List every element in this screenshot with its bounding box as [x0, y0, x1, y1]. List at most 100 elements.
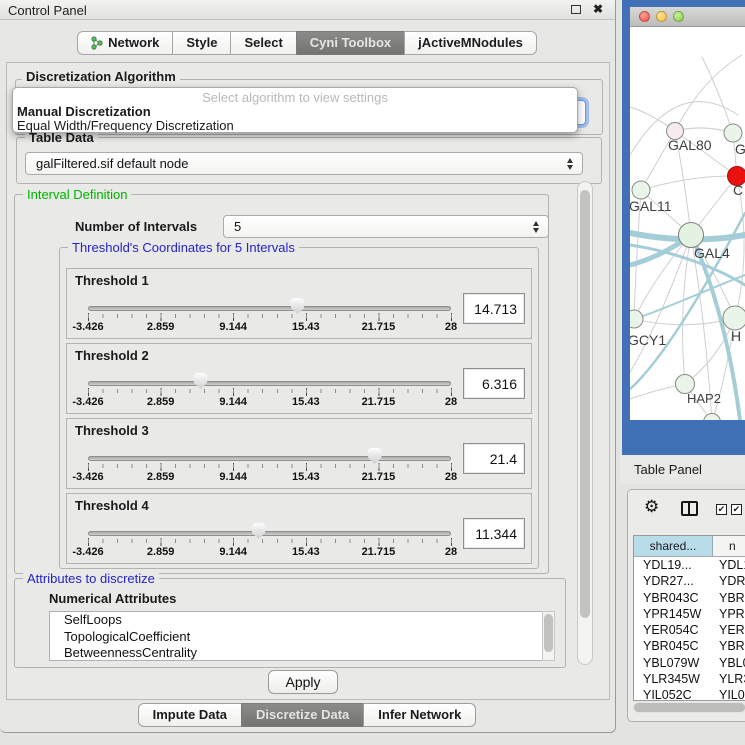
- table-cell[interactable]: YER054C: [634, 622, 713, 638]
- tab-label: Select: [244, 32, 282, 54]
- slider-tick-label: 15.43: [292, 321, 320, 333]
- table-row[interactable]: YBL079WYBL0: [634, 655, 745, 671]
- table-cell[interactable]: YBR0: [713, 638, 745, 654]
- threshold-value-field[interactable]: 6.316: [463, 368, 525, 399]
- table-cell[interactable]: YLR345W: [634, 671, 713, 687]
- tab-impute-data[interactable]: Impute Data: [138, 703, 242, 727]
- threshold-slider-track[interactable]: [88, 456, 451, 461]
- table-cell[interactable]: YER0: [713, 622, 745, 638]
- close-icon[interactable]: ✖: [593, 2, 603, 16]
- slider-tick-label: -3.426: [72, 321, 103, 333]
- threshold-slider-thumb[interactable]: [251, 523, 266, 539]
- table-row[interactable]: YDR27...YDR2: [634, 573, 745, 589]
- network-canvas-svg[interactable]: GAL80GCGAL11GAL4GCY1HHAP2: [630, 27, 745, 420]
- table-cell[interactable]: YBL0: [713, 655, 745, 671]
- list-item[interactable]: TopologicalCoefficient: [50, 629, 554, 646]
- control-panel-titlebar: Control Panel ✖: [0, 0, 615, 20]
- slider-tick-label: 15.43: [292, 546, 320, 558]
- table-header-name[interactable]: n: [713, 536, 745, 556]
- threshold-slider-track[interactable]: [88, 531, 451, 536]
- slider-tick-label: 21.715: [362, 321, 396, 333]
- list-item[interactable]: BetweennessCentrality: [50, 645, 554, 661]
- tab-label: Network: [108, 32, 159, 54]
- tab-style[interactable]: Style: [172, 31, 231, 55]
- table-row[interactable]: YIL052CYIL0: [634, 687, 745, 701]
- network-node[interactable]: [632, 181, 650, 199]
- threshold-slider-thumb[interactable]: [290, 298, 305, 314]
- tab-jactivemnodules[interactable]: jActiveMNodules: [404, 31, 537, 55]
- table-cell[interactable]: YIL052C: [634, 687, 713, 701]
- table-data-value: galFiltered.sif default node: [36, 153, 188, 174]
- table-cell[interactable]: YDL1: [713, 557, 745, 573]
- table-cell[interactable]: YLR3: [713, 671, 745, 687]
- threshold-value-field[interactable]: 14.713: [463, 293, 525, 324]
- network-node[interactable]: [723, 306, 745, 330]
- network-icon: [91, 36, 103, 50]
- node-attribute-table[interactable]: shared... n YDL19...YDL1YDR27...YDR2YBR0…: [633, 535, 745, 701]
- network-node[interactable]: [630, 310, 643, 328]
- split-columns-icon[interactable]: [681, 501, 698, 516]
- close-traffic-light[interactable]: [639, 11, 650, 22]
- table-row[interactable]: YER054CYER0: [634, 622, 745, 638]
- table-cell[interactable]: YDR27...: [634, 573, 713, 589]
- slider-tick-label: 2.859: [147, 546, 175, 558]
- table-row[interactable]: YLR345WYLR3: [634, 671, 745, 687]
- tab-infer-network[interactable]: Infer Network: [363, 703, 476, 727]
- table-row[interactable]: YDL19...YDL1: [634, 557, 745, 573]
- threshold-row-4: Threshold 4 -3.4262.8599.14415.4321.7152…: [66, 493, 532, 564]
- numerical-attributes-list[interactable]: SelfLoops TopologicalCoefficient Between…: [49, 611, 555, 661]
- table-cell[interactable]: YBR0: [713, 590, 745, 606]
- table-cell[interactable]: YPR1: [713, 606, 745, 622]
- checkbox-icon[interactable]: ✔: [731, 504, 742, 515]
- table-cell[interactable]: YDL19...: [634, 557, 713, 573]
- table-header-shared-name[interactable]: shared...: [634, 536, 713, 556]
- threshold-slider-track[interactable]: [88, 381, 451, 386]
- attributes-group: Attributes to discretize Numerical Attri…: [14, 578, 566, 668]
- network-node[interactable]: [724, 124, 742, 142]
- zoom-traffic-light[interactable]: [673, 11, 684, 22]
- checkbox-icon[interactable]: ✔: [716, 504, 727, 515]
- tab-network[interactable]: Network: [77, 31, 173, 55]
- table-cell[interactable]: YBR043C: [634, 590, 713, 606]
- number-of-intervals-spinner[interactable]: 5: [223, 215, 549, 238]
- tab-select[interactable]: Select: [230, 31, 296, 55]
- tab-cyni-toolbox[interactable]: Cyni Toolbox: [296, 31, 405, 55]
- network-node[interactable]: [679, 223, 704, 248]
- gear-icon[interactable]: ⚙: [644, 497, 659, 517]
- network-view-window: GAL80GCGAL11GAL4GCY1HHAP2: [622, 0, 745, 455]
- list-item[interactable]: SelfLoops: [50, 612, 554, 629]
- threshold-slider-thumb[interactable]: [367, 448, 382, 464]
- float-window-icon[interactable]: [571, 5, 581, 14]
- table-data-combobox[interactable]: galFiltered.sif default node: [25, 152, 583, 175]
- threshold-slider-thumb[interactable]: [193, 373, 208, 389]
- slider-tick-label: 15.43: [292, 396, 320, 408]
- dropdown-item-equal-width-frequency[interactable]: Equal Width/Frequency Discretization: [17, 118, 234, 133]
- scrollbar-thumb[interactable]: [634, 703, 745, 712]
- threshold-slider-track[interactable]: [88, 306, 451, 311]
- table-horizontal-scrollbar[interactable]: [633, 702, 745, 713]
- table-cell[interactable]: YBR045C: [634, 638, 713, 654]
- table-cell[interactable]: YPR145W: [634, 606, 713, 622]
- table-cell[interactable]: YDR2: [713, 573, 745, 589]
- minimize-traffic-light[interactable]: [656, 11, 667, 22]
- number-of-intervals-value: 5: [234, 216, 241, 237]
- table-cell[interactable]: YIL0: [713, 687, 745, 701]
- threshold-value-field[interactable]: 11.344: [463, 518, 525, 549]
- table-cell[interactable]: YBL079W: [634, 655, 713, 671]
- network-node-label: H: [731, 328, 741, 344]
- panel-scrollbar[interactable]: [577, 181, 593, 665]
- tab-discretize-data[interactable]: Discretize Data: [241, 703, 364, 727]
- network-node-label: G: [735, 141, 745, 157]
- threshold-value-field[interactable]: 21.4: [463, 443, 525, 474]
- slider-tick-label: -3.426: [72, 396, 103, 408]
- table-row[interactable]: YPR145WYPR1: [634, 606, 745, 622]
- scrollbar-thumb[interactable]: [580, 190, 590, 618]
- attributes-list-scrollbar[interactable]: [542, 611, 555, 661]
- table-row[interactable]: YBR045CYBR0: [634, 638, 745, 654]
- network-canvas[interactable]: GAL80GCGAL11GAL4GCY1HHAP2: [630, 27, 745, 420]
- scrollbar-thumb[interactable]: [544, 614, 553, 652]
- dropdown-item-manual-discretization[interactable]: Manual Discretization: [17, 104, 151, 119]
- apply-button[interactable]: Apply: [268, 670, 338, 694]
- table-row[interactable]: YBR043CYBR0: [634, 590, 745, 606]
- table-panel: ⚙ ✔ ✔ shared... n YDL19...YDL1YDR27...YD…: [627, 489, 745, 722]
